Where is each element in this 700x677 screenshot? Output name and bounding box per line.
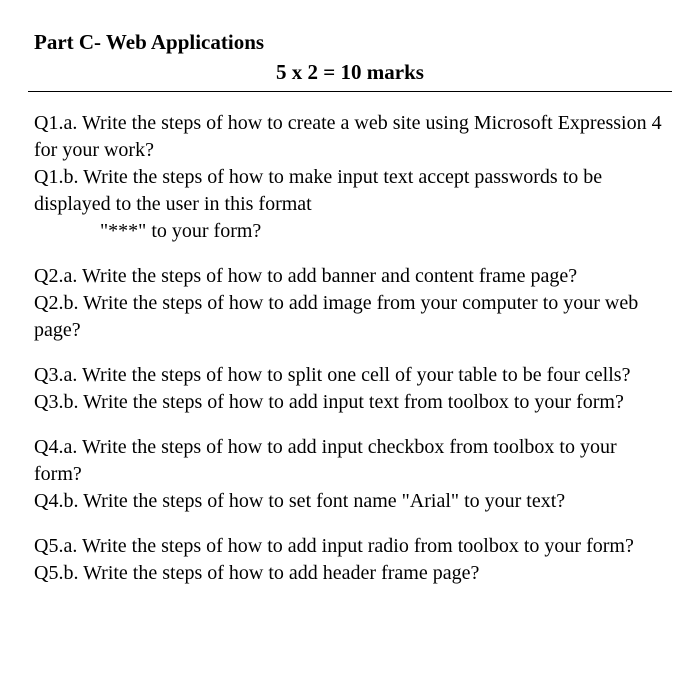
question-1a: Q1.a. Write the steps of how to create a… — [34, 110, 666, 164]
question-2a: Q2.a. Write the steps of how to add bann… — [34, 263, 666, 290]
question-4a: Q4.a. Write the steps of how to add inpu… — [34, 434, 666, 488]
question-3a: Q3.a. Write the steps of how to split on… — [34, 362, 666, 389]
questions-container: Q1.a. Write the steps of how to create a… — [34, 110, 666, 587]
question-3b: Q3.b. Write the steps of how to add inpu… — [34, 389, 666, 416]
section-header: Part C- Web Applications 5 x 2 = 10 mark… — [34, 28, 666, 92]
question-group-3: Q3.a. Write the steps of how to split on… — [34, 362, 666, 416]
question-5a: Q5.a. Write the steps of how to add inpu… — [34, 533, 666, 560]
question-1b-extra: "***" to your form? — [34, 218, 666, 245]
question-group-4: Q4.a. Write the steps of how to add inpu… — [34, 434, 666, 515]
question-1b: Q1.b. Write the steps of how to make inp… — [34, 164, 666, 218]
section-marks: 5 x 2 = 10 marks — [28, 58, 672, 91]
question-group-5: Q5.a. Write the steps of how to add inpu… — [34, 533, 666, 587]
question-2b: Q2.b. Write the steps of how to add imag… — [34, 290, 666, 344]
question-group-1: Q1.a. Write the steps of how to create a… — [34, 110, 666, 245]
question-5b: Q5.b. Write the steps of how to add head… — [34, 560, 666, 587]
question-group-2: Q2.a. Write the steps of how to add bann… — [34, 263, 666, 344]
question-4b: Q4.b. Write the steps of how to set font… — [34, 488, 666, 515]
section-title: Part C- Web Applications — [34, 28, 666, 56]
